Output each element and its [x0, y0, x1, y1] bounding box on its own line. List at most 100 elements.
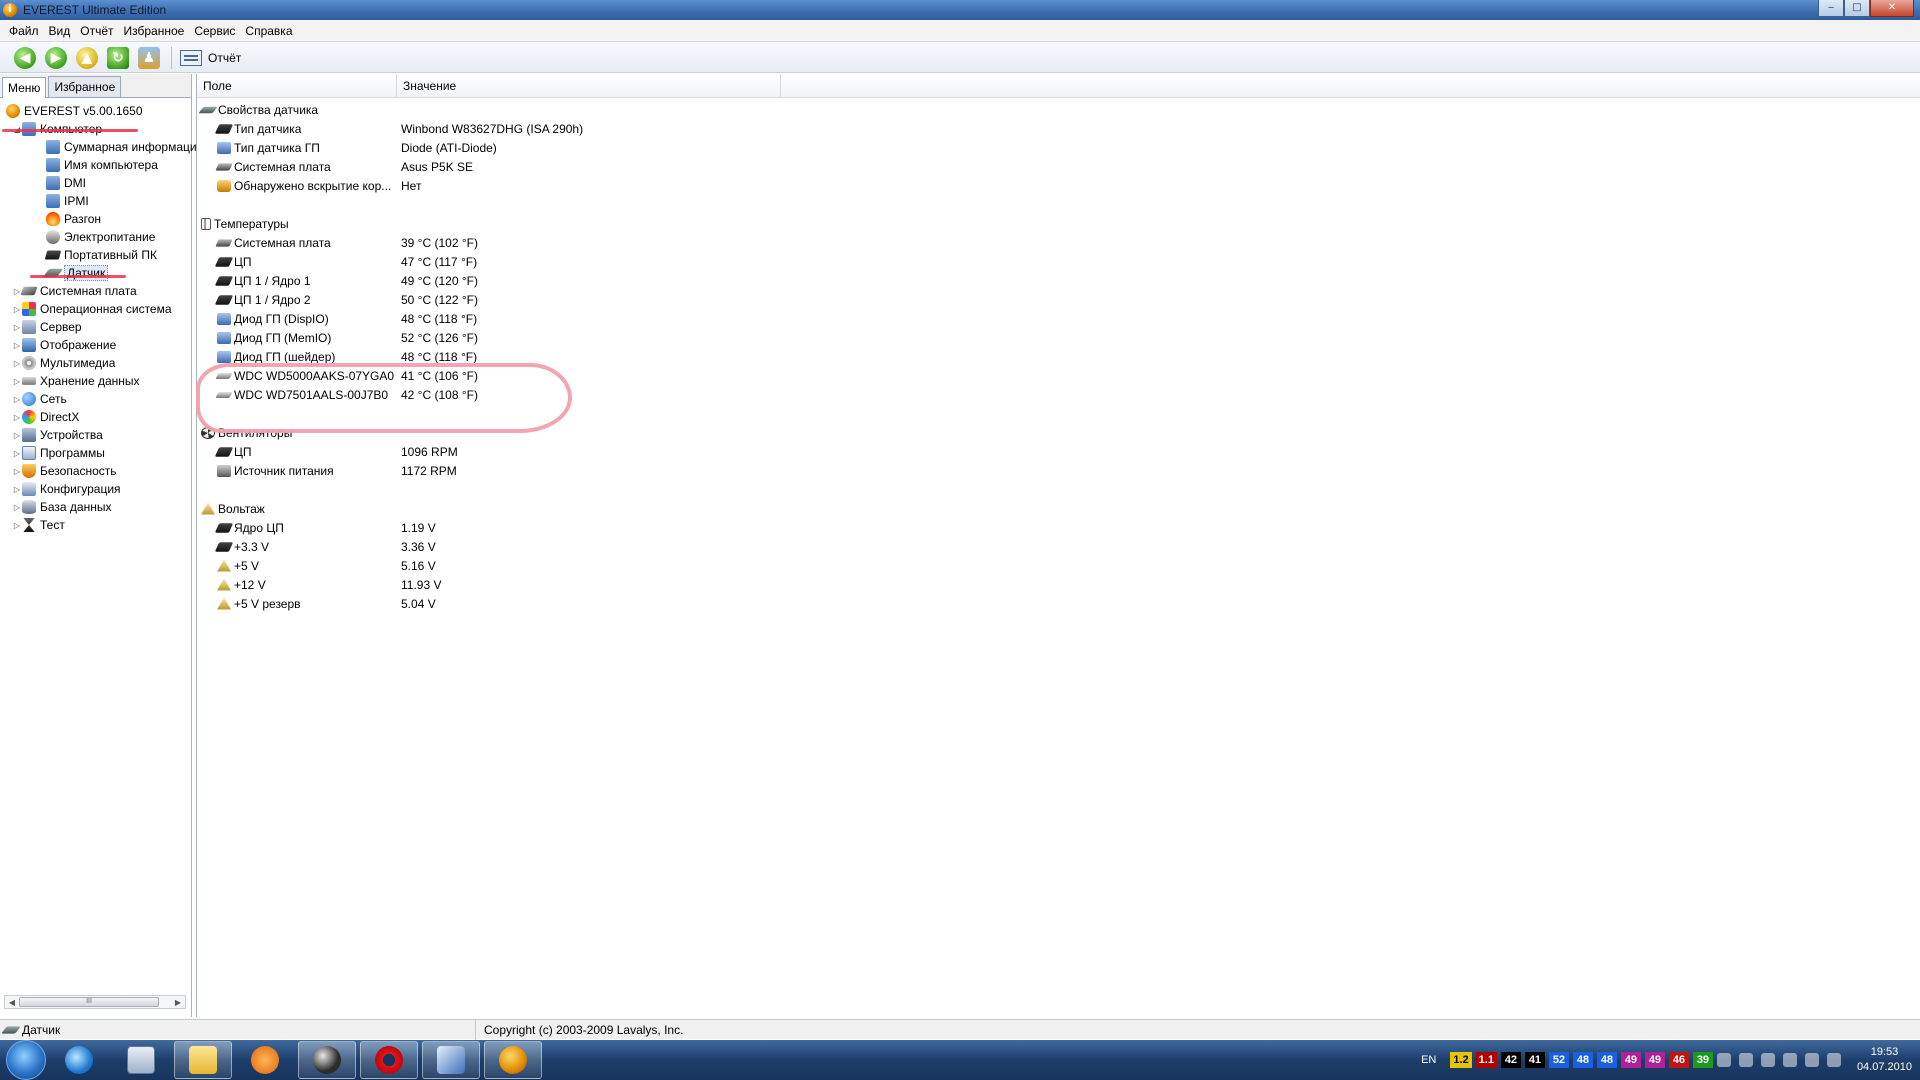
tree-item[interactable]: ▷ Безопасность — [0, 462, 191, 480]
menu-report[interactable]: Отчёт — [75, 24, 118, 38]
tree-item[interactable]: ▷ Сервер — [0, 318, 191, 336]
everest-tray-icon[interactable] — [1716, 1053, 1731, 1067]
tree-item[interactable]: ▷ Мультимедиа — [0, 354, 191, 372]
expand-icon[interactable]: ▷ — [12, 305, 22, 314]
tree-item[interactable]: ▷ DirectX — [0, 408, 191, 426]
tree-item-computer[interactable]: ◢ Компьютер — [0, 120, 191, 138]
tree-item[interactable]: ▷ Сеть — [0, 390, 191, 408]
menu-service[interactable]: Сервис — [189, 24, 240, 38]
menu-view[interactable]: Вид — [44, 24, 76, 38]
taskbar-pen-app[interactable] — [422, 1041, 480, 1079]
expand-icon[interactable]: ▷ — [12, 449, 22, 458]
tree-item[interactable]: ▷ Хранение данных — [0, 372, 191, 390]
expand-icon[interactable]: ▷ — [12, 323, 22, 332]
taskbar-steam[interactable] — [298, 1041, 356, 1079]
sensor-row[interactable]: Системная плата Asus P5K SE — [197, 157, 1920, 176]
temperature-indicator[interactable]: 49 — [1620, 1052, 1641, 1068]
temperature-indicator[interactable]: 49 — [1644, 1052, 1665, 1068]
sensor-row[interactable]: ЦП 1 / Ядро 2 50 °C (122 °F) — [197, 290, 1920, 309]
report-button[interactable]: Отчёт — [180, 49, 241, 66]
close-button[interactable]: ✕ — [1870, 0, 1914, 17]
forward-button[interactable]: ▶ — [43, 45, 69, 71]
expand-icon[interactable]: ▷ — [12, 521, 22, 530]
tab-menu[interactable]: Меню — [2, 77, 47, 98]
clock[interactable]: 19:53 04.07.2010 — [1857, 1045, 1912, 1075]
sensor-row[interactable]: Системная плата 39 °C (102 °F) — [197, 233, 1920, 252]
network-tray-icon[interactable] — [1738, 1053, 1753, 1067]
sensor-row[interactable]: Диод ГП (MemIO) 52 °C (126 °F) — [197, 328, 1920, 347]
tree-item-computer-child[interactable]: Разгон — [0, 210, 191, 228]
temperature-indicator[interactable]: 48 — [1596, 1052, 1617, 1068]
tree-item[interactable]: ▷ Отображение — [0, 336, 191, 354]
taskbar-opera[interactable] — [360, 1041, 418, 1079]
taskbar-media-player[interactable] — [236, 1041, 294, 1079]
sensor-row[interactable]: Тип датчика Winbond W83627DHG (ISA 290h) — [197, 119, 1920, 138]
column-value[interactable]: Значение — [397, 73, 781, 98]
tree-item-computer-child[interactable]: IPMI — [0, 192, 191, 210]
tab-favorites[interactable]: Избранное — [48, 76, 122, 97]
expand-icon[interactable]: ▷ — [12, 503, 22, 512]
tree-item-computer-child[interactable]: Имя компьютера — [0, 156, 191, 174]
tree-item[interactable]: ▷ Операционная система — [0, 300, 191, 318]
sensor-row[interactable]: +12 V 11.93 V — [197, 575, 1920, 594]
ati-tray-icon[interactable] — [1782, 1053, 1797, 1067]
group-header[interactable]: Вентиляторы — [197, 423, 1920, 442]
taskbar-explorer[interactable] — [174, 1041, 232, 1079]
volume-icon[interactable] — [1804, 1053, 1819, 1067]
expand-icon[interactable]: ▷ — [12, 395, 22, 404]
start-button[interactable] — [6, 1040, 46, 1080]
expand-icon[interactable]: ▷ — [12, 431, 22, 440]
scroll-left-icon[interactable]: ◀ — [5, 998, 19, 1007]
temperature-indicator[interactable]: 1.1 — [1475, 1052, 1497, 1068]
tree-item-computer-child[interactable]: Портативный ПК — [0, 246, 191, 264]
sensor-row[interactable]: Источник питания 1172 RPM — [197, 461, 1920, 480]
temperature-indicator[interactable]: 52 — [1548, 1052, 1569, 1068]
sensor-row[interactable]: WDC WD7501AALS-00J7B0 42 °C (108 °F) — [197, 385, 1920, 404]
menu-help[interactable]: Справка — [240, 24, 297, 38]
sensor-row[interactable]: +5 V резерв 5.04 V — [197, 594, 1920, 613]
up-button[interactable]: ▲ — [74, 45, 100, 71]
sensor-row[interactable]: +5 V 5.16 V — [197, 556, 1920, 575]
group-header[interactable]: Вольтаж — [197, 499, 1920, 518]
sensor-row[interactable]: Диод ГП (шейдер) 48 °C (118 °F) — [197, 347, 1920, 366]
sensor-row[interactable]: Ядро ЦП 1.19 V — [197, 518, 1920, 537]
tree-item-computer-child[interactable]: Датчик — [0, 264, 191, 282]
action-center-icon[interactable] — [1826, 1053, 1841, 1067]
group-header[interactable]: Температуры — [197, 214, 1920, 233]
back-button[interactable]: ◀ — [12, 45, 38, 71]
tree-item[interactable]: ▷ Устройства — [0, 426, 191, 444]
sensor-row[interactable]: +3.3 V 3.36 V — [197, 537, 1920, 556]
tree-item[interactable]: ▷ База данных — [0, 498, 191, 516]
temperature-indicator[interactable]: 48 — [1572, 1052, 1593, 1068]
tree-item[interactable]: ▷ Конфигурация — [0, 480, 191, 498]
tree-root[interactable]: EVEREST v5.00.1650 — [0, 102, 191, 120]
refresh-button[interactable]: ↻ — [105, 45, 131, 71]
temperature-indicator[interactable]: 39 — [1692, 1052, 1713, 1068]
expand-icon[interactable]: ▷ — [12, 377, 22, 386]
tree-item-computer-child[interactable]: Суммарная информация — [0, 138, 203, 156]
tree-item[interactable]: ▷ Системная плата — [0, 282, 191, 300]
scrollbar-thumb[interactable]: III — [19, 997, 159, 1007]
sensor-row[interactable]: WDC WD5000AAKS-07YGA0 41 °C (106 °F) — [197, 366, 1920, 385]
taskbar-ie[interactable] — [50, 1041, 108, 1079]
sensor-row[interactable]: ЦП 47 °C (117 °F) — [197, 252, 1920, 271]
expand-icon[interactable]: ▷ — [12, 467, 22, 476]
temperature-indicator[interactable]: 1.2 — [1450, 1052, 1472, 1068]
scroll-right-icon[interactable]: ▶ — [171, 998, 185, 1007]
expand-icon[interactable]: ▷ — [12, 485, 22, 494]
menu-favorites[interactable]: Избранное — [119, 24, 190, 38]
tree-item-computer-child[interactable]: DMI — [0, 174, 191, 192]
temperature-indicator[interactable]: 41 — [1524, 1052, 1545, 1068]
expand-icon[interactable]: ▷ — [12, 413, 22, 422]
minimize-button[interactable]: ‒ — [1818, 0, 1844, 17]
sensor-row[interactable]: ЦП 1 / Ядро 1 49 °C (120 °F) — [197, 271, 1920, 290]
column-field[interactable]: Поле — [197, 73, 397, 98]
temperature-indicator[interactable]: 42 — [1500, 1052, 1521, 1068]
expand-icon[interactable]: ▷ — [12, 359, 22, 368]
sensor-row[interactable]: Диод ГП (DispIO) 48 °C (118 °F) — [197, 309, 1920, 328]
tree-item[interactable]: ▷ Тест — [0, 516, 191, 534]
expand-icon[interactable]: ▷ — [12, 341, 22, 350]
horizontal-scrollbar[interactable]: ◀ III ▶ — [4, 995, 186, 1009]
tree-item[interactable]: ▷ Программы — [0, 444, 191, 462]
maximize-button[interactable]: □ — [1844, 0, 1870, 17]
